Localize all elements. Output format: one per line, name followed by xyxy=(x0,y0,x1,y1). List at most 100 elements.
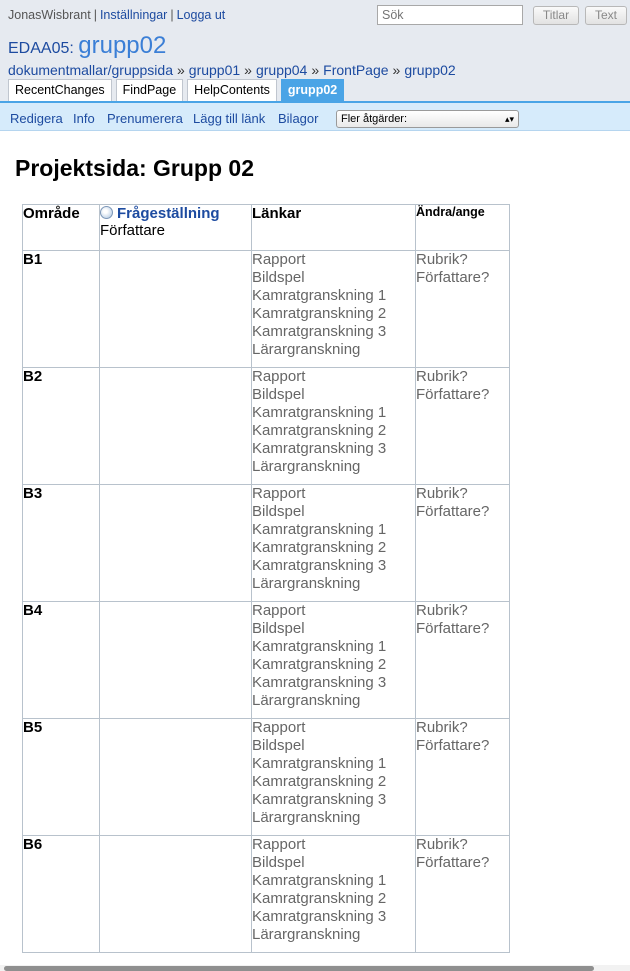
missing-page-link[interactable]: Kamratgranskning 3 xyxy=(252,791,415,809)
more-actions-label: Fler åtgärder: xyxy=(341,113,408,125)
missing-page-link[interactable]: Kamratgranskning 3 xyxy=(252,674,415,692)
missing-page-link[interactable]: Författare? xyxy=(416,503,509,521)
edit-link[interactable]: Redigera xyxy=(10,111,63,126)
subscribe-link[interactable]: Prenumerera xyxy=(107,111,183,126)
missing-page-link[interactable]: Kamratgranskning 2 xyxy=(252,890,415,908)
missing-page-link[interactable]: Rapport xyxy=(252,485,415,503)
change-cell: Rubrik? Författare? xyxy=(415,718,510,836)
page-title-name[interactable]: grupp02 xyxy=(78,32,166,59)
missing-page-link[interactable]: Lärargranskning xyxy=(252,926,415,944)
site-header: JonasWisbrant|Inställningar|Logga ut Tit… xyxy=(0,0,630,103)
missing-page-link[interactable]: Lärargranskning xyxy=(252,575,415,593)
question-cell xyxy=(99,367,252,485)
missing-page-link[interactable]: Rubrik? xyxy=(416,602,509,620)
missing-page-link[interactable]: Rubrik? xyxy=(416,719,509,737)
scrollbar-thumb[interactable] xyxy=(4,966,594,971)
tab-current-page[interactable]: grupp02 xyxy=(280,79,345,101)
missing-page-link[interactable]: Rubrik? xyxy=(416,836,509,854)
project-table: Område Frågeställning Författare Länkar … xyxy=(22,204,510,953)
missing-page-link[interactable]: Bildspel xyxy=(252,503,415,521)
missing-page-link[interactable]: Rapport xyxy=(252,368,415,386)
tab-recentchanges[interactable]: RecentChanges xyxy=(8,79,112,101)
change-cell: Rubrik? Författare? xyxy=(415,835,510,953)
breadcrumb: dokumentmallar/gruppsida» grupp01» grupp04… xyxy=(8,62,456,78)
more-actions-select[interactable]: Fler åtgärder: ▴▾ xyxy=(336,110,519,128)
area-cell: B5 xyxy=(22,718,100,836)
missing-page-link[interactable]: Kamratgranskning 3 xyxy=(252,557,415,575)
select-arrows-icon: ▴▾ xyxy=(504,114,514,124)
missing-page-link[interactable]: Kamratgranskning 2 xyxy=(252,422,415,440)
breadcrumb-item[interactable]: grupp02 xyxy=(404,62,455,78)
info-link[interactable]: Info xyxy=(73,111,95,126)
area-cell: B2 xyxy=(22,367,100,485)
breadcrumb-separator: » xyxy=(176,62,185,78)
missing-page-link[interactable]: Bildspel xyxy=(252,854,415,872)
attachments-link[interactable]: Bilagor xyxy=(278,111,318,126)
missing-page-link[interactable]: Författare? xyxy=(416,620,509,638)
missing-page-link[interactable]: Rapport xyxy=(252,251,415,269)
missing-page-link[interactable]: Kamratgranskning 3 xyxy=(252,908,415,926)
question-cell xyxy=(99,250,252,368)
missing-page-link[interactable]: Lärargranskning xyxy=(252,458,415,476)
settings-link[interactable]: Inställningar xyxy=(100,8,167,22)
add-link-link[interactable]: Lägg till länk xyxy=(193,111,265,126)
missing-page-link[interactable]: Lärargranskning xyxy=(252,809,415,827)
missing-page-link[interactable]: Bildspel xyxy=(252,386,415,404)
missing-page-link[interactable]: Kamratgranskning 1 xyxy=(252,287,415,305)
links-cell: Rapport Bildspel Kamratgranskning 1 Kamratg… xyxy=(251,835,416,953)
breadcrumb-item[interactable]: FrontPage xyxy=(323,62,388,78)
missing-page-link[interactable]: Författare? xyxy=(416,386,509,404)
missing-page-link[interactable]: Rapport xyxy=(252,602,415,620)
missing-page-link[interactable]: Kamratgranskning 3 xyxy=(252,323,415,341)
missing-page-link[interactable]: Bildspel xyxy=(252,620,415,638)
missing-page-link[interactable]: Kamratgranskning 2 xyxy=(252,305,415,323)
breadcrumb-item[interactable]: grupp04 xyxy=(256,62,307,78)
missing-page-link[interactable]: Bildspel xyxy=(252,269,415,287)
missing-page-link[interactable]: Kamratgranskning 3 xyxy=(252,440,415,458)
page-title-prefix[interactable]: EDAA05: xyxy=(8,40,74,57)
header-change: Ändra/ange xyxy=(415,204,510,251)
question-link[interactable]: Frågeställning xyxy=(117,205,220,222)
missing-page-link[interactable]: Kamratgranskning 2 xyxy=(252,773,415,791)
missing-page-link[interactable]: Rubrik? xyxy=(416,251,509,269)
table-row: B4 Rapport Bildspel Kamratgranskning 1 Kamra… xyxy=(22,601,510,719)
horizontal-scrollbar[interactable] xyxy=(0,965,630,971)
search-input[interactable] xyxy=(377,5,523,25)
missing-page-link[interactable]: Kamratgranskning 1 xyxy=(252,404,415,422)
text-search-button[interactable]: Text xyxy=(585,6,627,25)
tab-helpcontents[interactable]: HelpContents xyxy=(187,79,277,101)
breadcrumb-item[interactable]: grupp01 xyxy=(189,62,240,78)
header-question: Frågeställning Författare xyxy=(99,204,252,251)
missing-page-link[interactable]: Lärargranskning xyxy=(252,341,415,359)
missing-page-link[interactable]: Rapport xyxy=(252,836,415,854)
edit-bar: Redigera Info Prenumerera Lägg till länk… xyxy=(0,103,630,131)
missing-page-link[interactable]: Kamratgranskning 1 xyxy=(252,521,415,539)
page-title: EDAA05: grupp02 xyxy=(8,32,166,60)
missing-page-link[interactable]: Kamratgranskning 1 xyxy=(252,872,415,890)
missing-page-link[interactable]: Kamratgranskning 2 xyxy=(252,656,415,674)
missing-page-link[interactable]: Rubrik? xyxy=(416,368,509,386)
question-cell xyxy=(99,718,252,836)
missing-page-link[interactable]: Kamratgranskning 1 xyxy=(252,755,415,773)
missing-page-link[interactable]: Rubrik? xyxy=(416,485,509,503)
links-cell: Rapport Bildspel Kamratgranskning 1 Kamratg… xyxy=(251,718,416,836)
logout-link[interactable]: Logga ut xyxy=(177,8,226,22)
titles-search-button[interactable]: Titlar xyxy=(533,6,579,25)
missing-page-link[interactable]: Kamratgranskning 1 xyxy=(252,638,415,656)
area-cell: B3 xyxy=(22,484,100,602)
username: JonasWisbrant xyxy=(8,8,91,22)
missing-page-link[interactable]: Författare? xyxy=(416,854,509,872)
missing-page-link[interactable]: Kamratgranskning 2 xyxy=(252,539,415,557)
missing-page-link[interactable]: Lärargranskning xyxy=(252,692,415,710)
question-cell xyxy=(99,835,252,953)
links-cell: Rapport Bildspel Kamratgranskning 1 Kamratg… xyxy=(251,484,416,602)
table-row: B5 Rapport Bildspel Kamratgranskning 1 Kamra… xyxy=(22,718,510,836)
links-cell: Rapport Bildspel Kamratgranskning 1 Kamratg… xyxy=(251,367,416,485)
missing-page-link[interactable]: Bildspel xyxy=(252,737,415,755)
missing-page-link[interactable]: Författare? xyxy=(416,269,509,287)
tab-findpage[interactable]: FindPage xyxy=(115,79,184,101)
missing-page-link[interactable]: Författare? xyxy=(416,737,509,755)
table-row: B3 Rapport Bildspel Kamratgranskning 1 Kamra… xyxy=(22,484,510,602)
breadcrumb-item[interactable]: dokumentmallar/gruppsida xyxy=(8,62,173,78)
missing-page-link[interactable]: Rapport xyxy=(252,719,415,737)
